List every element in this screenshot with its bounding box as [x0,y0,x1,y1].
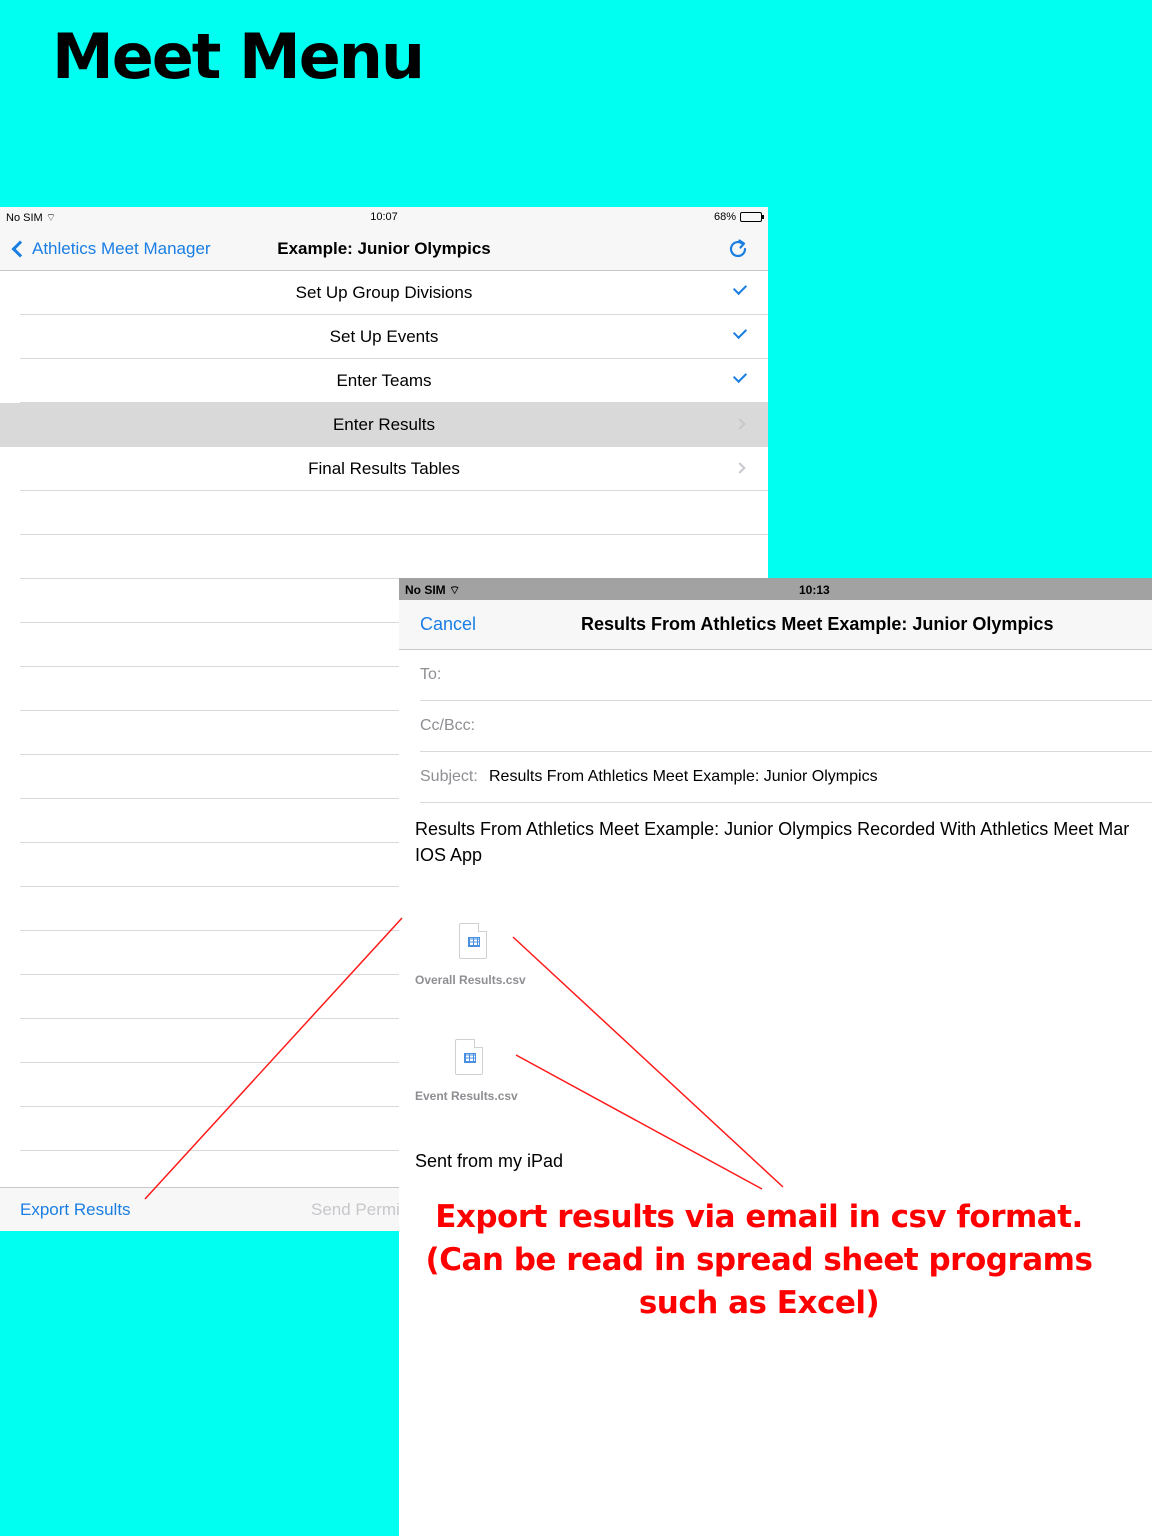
menu-item-set-up-group-divisions[interactable]: Set Up Group Divisions [20,271,768,315]
menu-item-enter-teams[interactable]: Enter Teams [20,359,768,403]
status-bar: No SIM ⌔ 10:07 68% [0,207,768,227]
annotation-callout: Export results via email in csv format. … [399,1196,1119,1325]
menu-item-label: Enter Results [332,415,436,434]
menu-item-set-up-events[interactable]: Set Up Events [20,315,768,359]
body-line: Results From Athletics Meet Example: Jun… [415,819,1130,839]
status-time: 10:07 [370,211,398,223]
page-headline: Meet Menu [52,20,425,93]
attachment-overall-results[interactable]: Overall Results.csv [415,923,526,987]
empty-row [20,535,768,579]
body-line: IOS App [415,845,483,865]
spreadsheet-file-icon [455,1039,483,1075]
attachment-name: Overall Results.csv [415,973,526,987]
mail-compose-screenshot: No SIM ⌔ 10:13 Cancel Results From Athle… [399,578,1152,1536]
menu-item-enter-results[interactable]: Enter Results [0,403,768,447]
menu-item-label: Final Results Tables [308,459,460,478]
page-title: Example: Junior Olympics [277,239,491,258]
wifi-icon: ⌔ [449,583,461,597]
cancel-button[interactable]: Cancel [420,614,476,635]
refresh-icon[interactable] [726,237,750,261]
to-label: To: [420,666,442,683]
compose-title: Results From Athletics Meet Example: Jun… [581,614,1054,634]
menu-item-final-results-tables[interactable]: Final Results Tables [20,447,768,491]
cc-bcc-field[interactable]: Cc/Bcc: [420,701,1152,752]
compose-nav-bar: Cancel Results From Athletics Meet Examp… [399,600,1152,650]
to-field[interactable]: To: [420,650,1152,701]
navigation-bar: Athletics Meet Manager Example: Junior O… [0,227,768,271]
subject-value: Results From Athletics Meet Example: Jun… [489,768,878,785]
attachment-name: Event Results.csv [415,1089,518,1103]
attachment-event-results[interactable]: Event Results.csv [415,1039,518,1103]
email-signature: Sent from my iPad [415,1151,564,1171]
menu-item-label: Enter Teams [336,371,432,390]
spreadsheet-file-icon [459,923,487,959]
send-permissions-button[interactable]: Send Permi [311,1200,400,1220]
menu-item-label: Set Up Group Divisions [295,283,473,302]
status-bar: No SIM ⌔ 10:13 [399,578,1152,600]
battery-percent: 68% [713,211,736,223]
status-time: 10:13 [799,583,830,597]
callout-line: (Can be read in spread sheet programs [425,1242,1093,1278]
subject-field[interactable]: Subject: Results From Athletics Meet Exa… [420,752,1152,803]
callout-line: such as Excel) [638,1285,880,1321]
menu-item-label: Set Up Events [329,327,439,346]
cc-bcc-label: Cc/Bcc: [420,717,476,734]
battery-icon [740,212,764,222]
empty-row [20,491,768,535]
subject-label: Subject: [420,768,478,785]
email-body[interactable]: Results From Athletics Meet Example: Jun… [415,816,1152,868]
battery-indicator: 68% [713,211,764,223]
callout-line: Export results via email in csv format. [435,1199,1083,1235]
export-results-button[interactable]: Export Results [20,1200,131,1220]
carrier-label: No SIM ⌔ [405,583,461,597]
